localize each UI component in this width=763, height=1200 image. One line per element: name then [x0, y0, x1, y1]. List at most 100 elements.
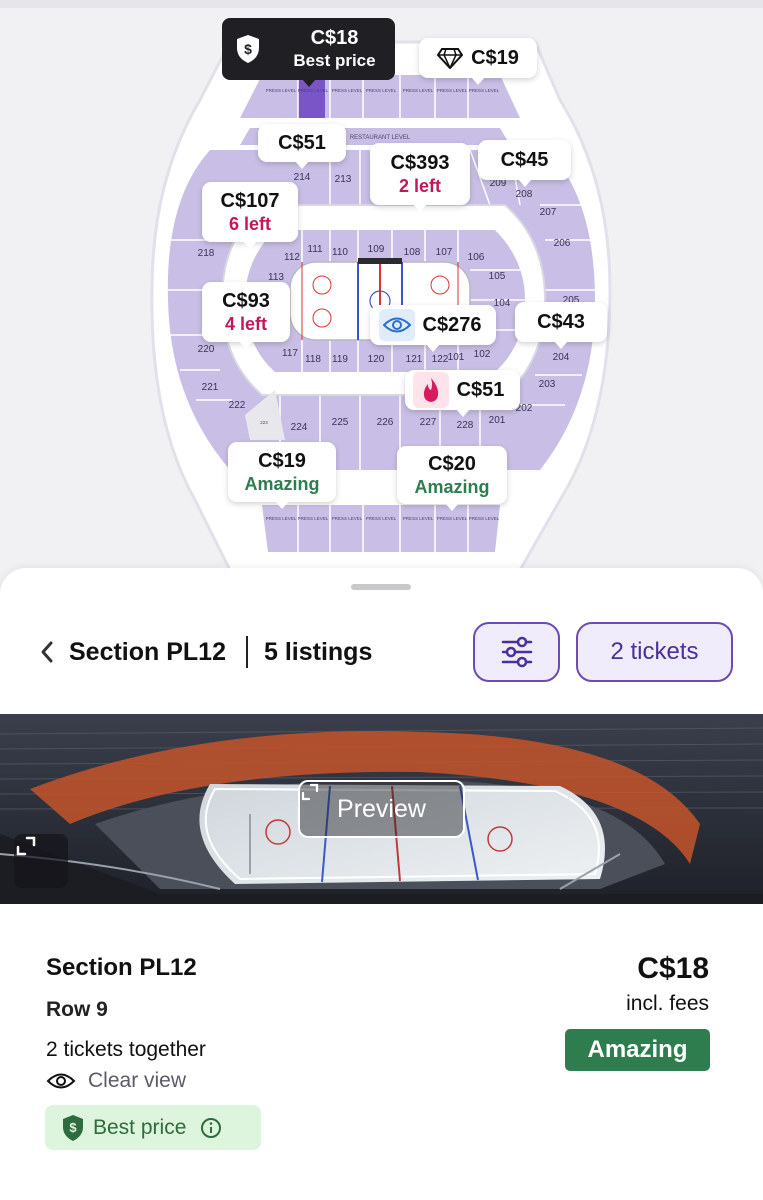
best-price-label: Best price: [93, 1115, 187, 1139]
fullscreen-button[interactable]: [14, 834, 68, 888]
svg-text:224: 224: [291, 422, 308, 433]
preview-label: Preview: [337, 794, 426, 823]
dollar-shield-icon: $: [222, 18, 274, 80]
svg-text:106: 106: [468, 252, 485, 263]
svg-text:PRESS LEVEL: PRESS LEVEL: [366, 516, 397, 521]
filter-button[interactable]: [473, 622, 560, 682]
price-pin-93[interactable]: C$93 4 left: [202, 282, 290, 349]
bottom-sheet: Section PL12 5 listings 2 tickets Previe…: [0, 568, 763, 1200]
svg-text:$: $: [69, 1120, 77, 1135]
pin-price: C$276: [422, 314, 482, 336]
best-pin-price: C$18: [310, 27, 359, 49]
fire-icon: [412, 372, 449, 408]
clear-view-label: Clear view: [88, 1069, 187, 1092]
pin-price: C$393: [390, 152, 450, 174]
price-pin-276[interactable]: C$276: [370, 305, 496, 352]
price-pin-107[interactable]: C$107 6 left: [202, 182, 298, 249]
sliders-icon: [501, 636, 532, 668]
app: RESTAURANT LEVEL PRESS LEVEL PRESS LEVEL…: [0, 0, 763, 1200]
svg-text:118: 118: [305, 354, 321, 365]
price-pin-45[interactable]: C$45: [478, 140, 571, 187]
arena-map[interactable]: RESTAURANT LEVEL PRESS LEVEL PRESS LEVEL…: [0, 0, 763, 590]
svg-text:220: 220: [198, 344, 215, 355]
chevron-left-icon: [41, 641, 53, 663]
svg-text:225: 225: [332, 417, 349, 428]
info-icon[interactable]: [200, 1117, 222, 1139]
seat-map[interactable]: RESTAURANT LEVEL PRESS LEVEL PRESS LEVEL…: [0, 0, 763, 590]
listing-tickets-together: 2 tickets together: [46, 1038, 206, 1061]
section-view-preview[interactable]: Preview: [0, 714, 763, 904]
listing-card[interactable]: Section PL12 Row 9 2 tickets together Cl…: [0, 938, 763, 1168]
pin-price: C$51: [456, 379, 505, 401]
drag-handle[interactable]: [351, 584, 411, 590]
svg-text:PRESS LEVEL: PRESS LEVEL: [469, 88, 500, 93]
back-button[interactable]: [32, 636, 62, 668]
section-title: Section PL12: [69, 638, 226, 666]
svg-text:121: 121: [406, 354, 423, 365]
svg-text:214: 214: [294, 172, 311, 183]
pin-price: C$19: [258, 450, 306, 472]
svg-text:PRESS LEVEL: PRESS LEVEL: [266, 516, 297, 521]
svg-text:105: 105: [489, 271, 506, 282]
svg-text:PRESS LEVEL: PRESS LEVEL: [298, 516, 329, 521]
svg-text:226: 226: [377, 417, 394, 428]
eye-icon: [378, 309, 415, 341]
svg-text:PRESS LEVEL: PRESS LEVEL: [298, 88, 329, 93]
svg-text:109: 109: [368, 244, 385, 255]
svg-text:227: 227: [420, 417, 437, 428]
svg-text:122: 122: [432, 354, 449, 365]
svg-text:PRESS LEVEL: PRESS LEVEL: [437, 516, 468, 521]
svg-text:104: 104: [494, 298, 511, 309]
eye-icon: [46, 1073, 76, 1089]
pin-availability: 4 left: [224, 314, 267, 334]
price-pin-393[interactable]: C$393 2 left: [370, 143, 470, 212]
svg-text:PRESS LEVEL: PRESS LEVEL: [403, 88, 434, 93]
pin-price: C$45: [500, 149, 549, 171]
listing-section: Section PL12: [46, 954, 197, 981]
svg-text:107: 107: [436, 247, 453, 258]
pin-deal-rating: Amazing: [244, 474, 320, 494]
svg-text:101: 101: [448, 352, 465, 363]
svg-text:213: 213: [335, 174, 352, 185]
svg-text:206: 206: [554, 238, 571, 249]
svg-text:120: 120: [368, 354, 385, 365]
dollar-shield-icon: $: [63, 1114, 83, 1141]
svg-text:PRESS LEVEL: PRESS LEVEL: [332, 516, 363, 521]
listing-fees-note: incl. fees: [626, 992, 709, 1015]
pin-price: C$20: [428, 453, 476, 475]
svg-text:218: 218: [198, 248, 215, 259]
press-level-bottom[interactable]: [262, 505, 500, 552]
svg-text:112: 112: [284, 252, 300, 263]
price-pin-51-top[interactable]: C$51: [258, 124, 346, 169]
price-pin-19-bottom[interactable]: C$19 Amazing: [228, 442, 336, 509]
price-pin-best[interactable]: $ C$18 Best price: [222, 18, 395, 87]
preview-button[interactable]: Preview: [298, 780, 465, 838]
pin-price: C$19: [471, 47, 519, 69]
pin-price: C$107: [220, 190, 280, 212]
svg-text:PRESS LEVEL: PRESS LEVEL: [366, 88, 397, 93]
restaurant-level-label: RESTAURANT LEVEL: [350, 135, 411, 141]
pin-price: C$51: [278, 132, 326, 154]
price-pin-20[interactable]: C$20 Amazing: [397, 446, 507, 511]
sheet-header: Section PL12 5 listings 2 tickets: [0, 622, 763, 682]
pin-deal-rating: Amazing: [414, 477, 490, 497]
header-divider: [246, 636, 248, 668]
svg-text:111: 111: [307, 244, 323, 255]
price-pin-43[interactable]: C$43: [515, 302, 607, 349]
price-pin-51-fire[interactable]: C$51: [405, 370, 520, 417]
best-pin-text: C$18 Best price: [274, 26, 395, 72]
svg-text:117: 117: [282, 348, 298, 359]
svg-text:201: 201: [489, 415, 506, 426]
listing-price: C$18: [637, 952, 709, 985]
best-pin-label: Best price: [293, 51, 376, 70]
diamond-icon: [437, 47, 464, 69]
clear-view-feature: Clear view: [46, 1068, 186, 1094]
price-pin-19-top[interactable]: C$19: [419, 38, 537, 85]
best-price-badge: $ Best price: [45, 1105, 261, 1150]
expand-arrows-icon: [301, 783, 319, 801]
ticket-quantity-button[interactable]: 2 tickets: [576, 622, 733, 682]
pin-availability: 2 left: [398, 176, 441, 196]
svg-text:228: 228: [457, 420, 474, 431]
svg-text:102: 102: [474, 349, 491, 360]
svg-text:PRESS LEVEL: PRESS LEVEL: [266, 88, 297, 93]
